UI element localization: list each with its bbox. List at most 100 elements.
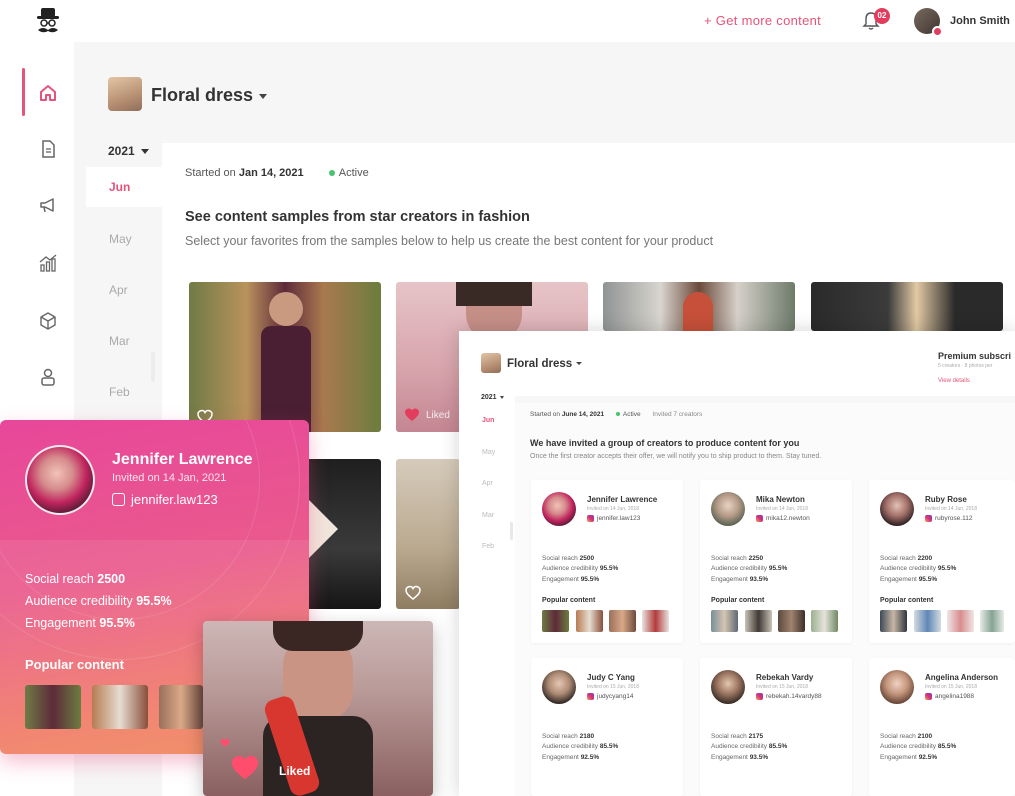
- overlay-started-info: Started on June 14, 2021 Active Invited …: [530, 411, 702, 418]
- highlight-invited: Invited on 14 Jan, 2021: [112, 472, 227, 484]
- month-feb[interactable]: Feb: [109, 385, 130, 399]
- content-thumbnail[interactable]: [711, 610, 738, 632]
- content-thumbnail[interactable]: [980, 610, 1004, 632]
- creator-engagement: Engagement 93.5%: [711, 576, 768, 583]
- user-icon[interactable]: [37, 366, 59, 388]
- content-thumbnail[interactable]: [609, 610, 636, 632]
- month-apr[interactable]: Apr: [109, 283, 128, 297]
- creator-handle: mika12.newton: [756, 515, 810, 522]
- chart-icon[interactable]: [37, 252, 59, 274]
- avatar-status-dot: [932, 26, 943, 37]
- cube-icon[interactable]: [37, 310, 59, 332]
- overlay-month-mar[interactable]: Mar: [482, 512, 494, 519]
- stat-label: Engagement: [880, 754, 917, 761]
- sample-photo[interactable]: [811, 282, 1003, 331]
- year-selector[interactable]: 2021: [108, 144, 149, 158]
- month-may[interactable]: May: [109, 232, 132, 246]
- overlay-title[interactable]: Floral dress: [507, 358, 583, 370]
- stat-value: 85.5%: [599, 743, 619, 750]
- sample-photo[interactable]: [189, 282, 381, 432]
- photo-subject: [308, 499, 338, 559]
- month-jun[interactable]: Jun: [109, 180, 130, 194]
- chevron-down-icon: [259, 93, 268, 99]
- creator-reach: Social reach 2100: [880, 733, 932, 740]
- content-thumbnail[interactable]: [92, 685, 148, 729]
- creator-engagement: Engagement 92.5%: [880, 754, 937, 761]
- content-thumbnail[interactable]: [811, 610, 838, 632]
- creator-invited: Invited on 15 Jun, 2018: [587, 684, 639, 690]
- stat-value: 2175: [748, 733, 764, 740]
- highlight-reach: Social reach 2500: [25, 572, 125, 586]
- photo-subject: [269, 292, 303, 326]
- home-icon[interactable]: [37, 82, 59, 104]
- creator-card[interactable]: Rebekah Vardy Invited on 15 Jun, 2018 re…: [700, 658, 852, 796]
- photo-subject-hair: [456, 282, 532, 306]
- view-details-link[interactable]: View details: [938, 378, 970, 384]
- creator-name: Mika Newton: [756, 495, 805, 504]
- stat-value: 93.5%: [749, 576, 769, 583]
- sample-photo[interactable]: [603, 282, 795, 331]
- instagram-icon: [587, 693, 594, 700]
- highlight-handle[interactable]: jennifer.law123: [112, 492, 218, 507]
- section-title: See content samples from star creators i…: [185, 209, 530, 225]
- notification-badge: 02: [874, 8, 890, 24]
- heart-icon[interactable]: [404, 407, 420, 423]
- content-thumbnail[interactable]: [159, 685, 203, 729]
- chevron-down-icon: [499, 395, 504, 399]
- content-thumbnail[interactable]: [880, 610, 907, 632]
- creator-avatar: [542, 670, 576, 704]
- page-title-text: Floral dress: [151, 85, 254, 105]
- chevron-down-icon: [576, 362, 583, 366]
- sample-photo[interactable]: [300, 459, 381, 609]
- overlay-month-apr[interactable]: Apr: [482, 480, 493, 487]
- creator-card[interactable]: Judy C Yang Invited on 15 Jun, 2018 judy…: [531, 658, 683, 796]
- overlay-month-feb[interactable]: Feb: [482, 543, 494, 550]
- stat-value: 2100: [917, 733, 933, 740]
- stat-label: Social reach: [25, 572, 94, 586]
- stat-label: Social reach: [880, 733, 916, 740]
- content-thumbnail[interactable]: [745, 610, 772, 632]
- megaphone-icon[interactable]: [37, 194, 59, 216]
- creator-card[interactable]: Angelina Anderson Invited on 15 Jun, 201…: [869, 658, 1015, 796]
- content-thumbnail[interactable]: [914, 610, 941, 632]
- stat-label: Social reach: [711, 733, 747, 740]
- overlay-month-may[interactable]: May: [482, 449, 495, 456]
- content-thumbnail[interactable]: [947, 610, 974, 632]
- content-thumbnail[interactable]: [642, 610, 669, 632]
- creator-avatar: [880, 670, 914, 704]
- month-mar[interactable]: Mar: [109, 334, 130, 348]
- content-thumbnail[interactable]: [542, 610, 569, 632]
- overlay-invited-count: Invited 7 creators: [652, 411, 703, 418]
- month-scrollbar[interactable]: [151, 352, 155, 382]
- stat-value: 93.5%: [749, 754, 769, 761]
- overlay-month-jun[interactable]: Jun: [482, 417, 494, 424]
- logo-icon[interactable]: [34, 6, 62, 38]
- heart-icon[interactable]: [228, 753, 262, 783]
- content-thumbnail[interactable]: [576, 610, 603, 632]
- stat-value: 95.5%: [136, 594, 172, 608]
- creator-card[interactable]: Ruby Rose Invited on 14 Jun, 2018 rubyro…: [869, 480, 1015, 643]
- creator-handle: rebekah.14vardy88: [756, 693, 822, 700]
- stat-label: Audience credibility: [880, 743, 937, 750]
- creator-invited: Invited on 14 Jun, 2018: [756, 506, 808, 512]
- creator-card[interactable]: Jennifer Lawrence Invited on 14 Jun, 201…: [531, 480, 683, 643]
- heart-icon[interactable]: [405, 585, 421, 601]
- stat-label: Social reach: [542, 733, 578, 740]
- content-thumbnail[interactable]: [25, 685, 81, 729]
- highlight-name: Jennifer Lawrence: [112, 451, 253, 468]
- get-more-content-link[interactable]: + Get more content: [704, 13, 821, 28]
- creator-avatar: [880, 492, 914, 526]
- avatar[interactable]: [914, 8, 943, 37]
- page-title[interactable]: Floral dress: [151, 85, 268, 106]
- stat-label: Social reach: [880, 555, 916, 562]
- overlay-year-selector[interactable]: 2021: [481, 394, 504, 401]
- creator-card[interactable]: Mika Newton Invited on 14 Jun, 2018 mika…: [700, 480, 852, 643]
- user-name[interactable]: John Smith: [950, 15, 1010, 27]
- document-icon[interactable]: [37, 138, 59, 160]
- creator-engagement: Engagement 92.5%: [542, 754, 599, 761]
- premium-subscription-title: Premium subscri: [938, 351, 1012, 361]
- stat-label: Engagement: [880, 576, 917, 583]
- overlay-scrollbar[interactable]: [510, 522, 513, 540]
- creator-handle: jennifer.law123: [587, 515, 640, 522]
- content-thumbnail[interactable]: [778, 610, 805, 632]
